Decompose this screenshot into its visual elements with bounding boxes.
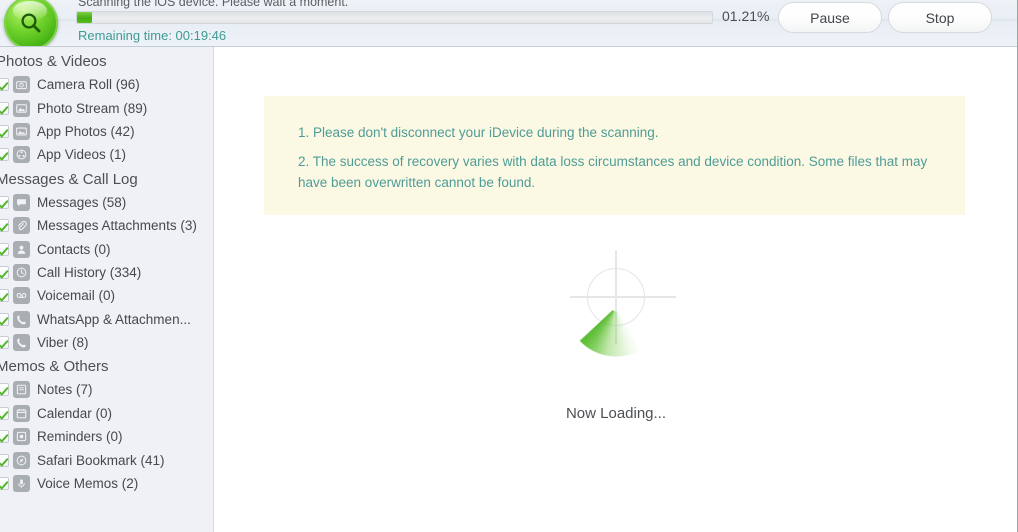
sidebar-section-title: Photos & Videos (0, 53, 107, 70)
reminder-icon (13, 428, 30, 446)
sidebar-item-label: Calendar (0) (37, 405, 113, 421)
checkbox-checked-icon[interactable] (0, 124, 9, 138)
sidebar-item[interactable]: WhatsApp & Attachmen... (0, 308, 213, 331)
microphone-icon (13, 475, 30, 493)
scan-status-text: Scanning the iOS device. Please wait a m… (78, 0, 349, 9)
checkbox-checked-icon[interactable] (0, 219, 9, 233)
checkbox-checked-icon[interactable] (0, 265, 9, 279)
sidebar-item-label: Camera Roll (96) (37, 77, 140, 93)
sidebar-item[interactable]: Camera Roll (96) (0, 73, 213, 96)
sidebar-item-label: Voice Memos (2) (37, 476, 139, 492)
sidebar-item[interactable]: Notes (7) (0, 378, 213, 401)
sidebar-item[interactable]: Call History (334) (0, 261, 213, 284)
checkbox-checked-icon[interactable] (0, 430, 9, 444)
checkbox-checked-icon[interactable] (0, 148, 9, 162)
loading-indicator: Now Loading... (215, 247, 1017, 422)
sidebar-item[interactable]: Reminders (0) (0, 425, 213, 448)
scan-progress-fill (77, 12, 93, 23)
sidebar-item[interactable]: Voice Memos (2) (0, 472, 213, 495)
radar-sweep-arc (556, 247, 676, 367)
sidebar-item[interactable]: App Videos (1) (0, 143, 213, 166)
checkbox-checked-icon[interactable] (0, 78, 9, 92)
checkbox-checked-icon[interactable] (0, 336, 9, 350)
phone-icon (13, 334, 30, 352)
checkbox-checked-icon[interactable] (0, 406, 9, 420)
radar-sweep-icon (556, 247, 676, 367)
scan-notice-box: 1. Please don't disconnect your iDevice … (264, 96, 965, 215)
pause-button[interactable]: Pause (778, 2, 882, 33)
scan-progress-bar (76, 11, 713, 24)
sidebar-item[interactable]: App Photos (42) (0, 120, 213, 143)
clock-icon (13, 263, 30, 281)
notice-line-2: 2. The success of recovery varies with d… (298, 154, 928, 190)
sidebar-item[interactable]: Safari Bookmark (41) (0, 448, 213, 471)
sidebar-item[interactable]: Viber (8) (0, 331, 213, 354)
voicemail-icon (13, 287, 30, 305)
stop-button[interactable]: Stop (888, 2, 992, 33)
sidebar-item-label: WhatsApp & Attachmen... (37, 311, 191, 327)
scan-header: Scanning the iOS device. Please wait a m… (0, 0, 1017, 47)
sidebar-item[interactable]: Voicemail (0) (0, 284, 213, 307)
checkbox-checked-icon[interactable] (0, 242, 9, 256)
note-icon (13, 381, 30, 399)
sidebar-section-title: Memos & Others (0, 358, 109, 376)
checkbox-checked-icon[interactable] (0, 477, 9, 491)
checkbox-checked-icon[interactable] (0, 289, 9, 303)
person-icon (13, 240, 30, 258)
sidebar-item[interactable]: Calendar (0) (0, 402, 213, 425)
sidebar-item-label: Voicemail (0) (37, 288, 116, 304)
camera-icon (13, 76, 30, 94)
sidebar-item-label: Reminders (0) (37, 429, 123, 445)
message-bubble-icon (13, 193, 30, 211)
checkbox-checked-icon[interactable] (0, 312, 9, 326)
paperclip-icon (13, 217, 30, 235)
remaining-time-label: Remaining time: 00:19:46 (78, 28, 227, 43)
sidebar-item-label: Safari Bookmark (41) (37, 452, 165, 468)
sidebar-item-label: Contacts (0) (37, 241, 111, 257)
calendar-icon (13, 404, 30, 422)
compass-icon (13, 451, 30, 469)
phone-icon (13, 310, 30, 328)
photo-icon (13, 99, 30, 117)
sidebar-item-label: Notes (7) (37, 382, 93, 398)
magnifier-icon (4, 0, 58, 47)
checkbox-checked-icon[interactable] (0, 453, 9, 467)
checkbox-checked-icon[interactable] (0, 195, 9, 209)
sidebar-item-label: Call History (334) (37, 264, 142, 280)
data-type-sidebar[interactable]: Photos & Videos Camera Roll (96) Photo Str… (0, 47, 214, 532)
scan-content-area: 1. Please don't disconnect your iDevice … (215, 47, 1017, 532)
film-icon (13, 146, 30, 164)
sidebar-item-label: App Photos (42) (37, 123, 135, 139)
app-photo-icon (13, 122, 30, 140)
sidebar-item-label: App Videos (1) (37, 147, 127, 163)
sidebar-item-label: Messages (58) (37, 194, 127, 210)
sidebar-item[interactable]: Photo Stream (89) (0, 96, 213, 119)
sidebar-item-label: Messages Attachments (3) (37, 218, 197, 234)
progress-percent-label: 01.21% (722, 8, 770, 24)
checkbox-checked-icon[interactable] (0, 101, 9, 115)
sidebar-item-label: Viber (8) (37, 335, 89, 351)
checkbox-checked-icon[interactable] (0, 383, 9, 397)
sidebar-item[interactable]: Messages Attachments (3) (0, 214, 213, 237)
sidebar-item[interactable]: Contacts (0) (0, 237, 213, 260)
sidebar-section-title: Messages & Call Log (0, 170, 138, 188)
loading-text: Now Loading... (565, 405, 667, 422)
notice-line-1: 1. Please don't disconnect your iDevice … (298, 125, 659, 140)
sidebar-item[interactable]: Messages (58) (0, 191, 213, 214)
scan-window: Scanning the iOS device. Please wait a m… (0, 0, 1018, 532)
sidebar-item-label: Photo Stream (89) (37, 100, 148, 116)
